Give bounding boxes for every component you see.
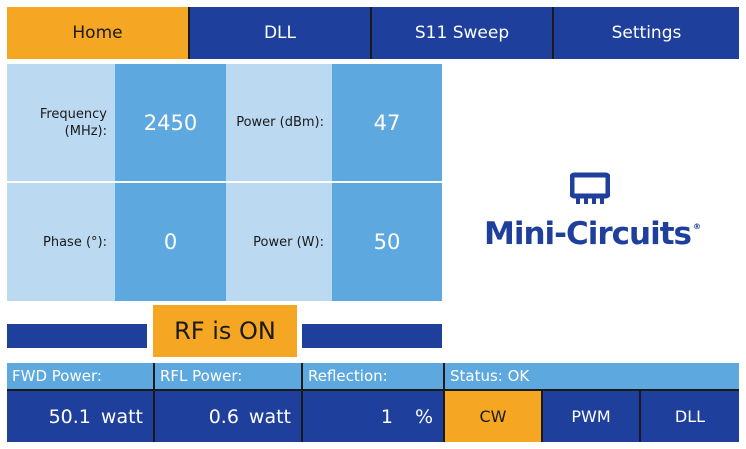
- frequency-value[interactable]: 2450: [115, 64, 226, 181]
- status-label: Status: OK: [445, 363, 739, 389]
- rfl-power-value: 0.6 watt: [155, 391, 301, 442]
- fwd-power-unit: watt: [100, 405, 143, 428]
- mode-cw-button[interactable]: CW: [445, 391, 541, 442]
- fwd-power-label: FWD Power:: [7, 363, 153, 389]
- tab-s11-sweep[interactable]: S11 Sweep: [372, 7, 552, 59]
- rfl-power-number: 0.6: [208, 405, 239, 428]
- phase-value[interactable]: 0: [115, 183, 226, 301]
- power-w-label: Power (W):: [226, 183, 332, 301]
- power-w-value[interactable]: 50: [332, 183, 442, 301]
- power-dbm-label: Power (dBm):: [226, 64, 332, 181]
- fwd-power-number: 50.1: [48, 405, 91, 428]
- mode-pwm-button[interactable]: PWM: [543, 391, 639, 442]
- rf-bar-left: [7, 324, 147, 348]
- phase-label: Phase (°):: [7, 183, 115, 301]
- tab-dll[interactable]: DLL: [190, 7, 370, 59]
- mode-dll-button[interactable]: DLL: [641, 391, 739, 442]
- logo-text: Mini-Circuits: [483, 216, 692, 252]
- fwd-power-value: 50.1 watt: [7, 391, 153, 442]
- reflection-label: Reflection:: [303, 363, 443, 389]
- rf-bar-right: [302, 324, 442, 348]
- tab-home[interactable]: Home: [7, 7, 188, 59]
- rf-status-button[interactable]: RF is ON: [153, 305, 297, 357]
- tab-settings[interactable]: Settings: [554, 7, 739, 59]
- reflection-number: 1: [380, 405, 393, 428]
- mini-circuits-logo: Mini-Circuits ®: [467, 214, 717, 254]
- chip-icon: [569, 172, 611, 206]
- power-dbm-value[interactable]: 47: [332, 64, 442, 181]
- touchscreen: Home DLL S11 Sweep Settings Frequency (M…: [7, 7, 739, 442]
- reflection-unit: %: [414, 405, 433, 428]
- reflection-value: 1%: [303, 391, 443, 442]
- registered-mark: ®: [693, 221, 701, 231]
- rfl-power-label: RFL Power:: [155, 363, 301, 389]
- frequency-label: Frequency (MHz):: [7, 64, 115, 181]
- rfl-power-unit: watt: [248, 405, 291, 428]
